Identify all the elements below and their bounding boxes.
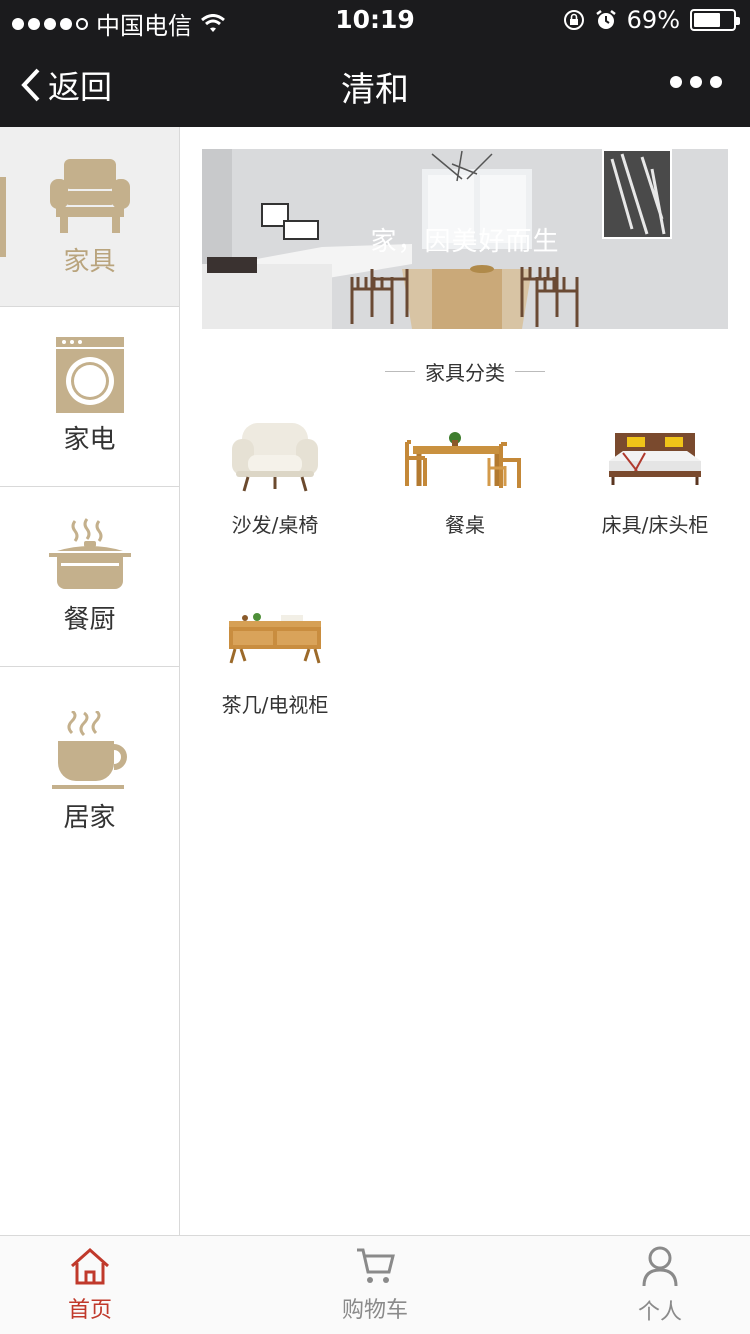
category-tv-cabinet[interactable]: 茶几/电视柜	[180, 587, 370, 718]
section-title: 家具分类	[180, 357, 750, 386]
tab-label: 首页	[67, 1298, 112, 1323]
sidebar-item-kitchen[interactable]: 餐厨	[0, 487, 179, 667]
rotation-lock-icon	[563, 10, 584, 30]
tv-cabinet-image	[229, 613, 321, 664]
more-dot-icon	[690, 76, 702, 88]
more-dot-icon	[710, 76, 722, 88]
user-icon	[642, 1246, 678, 1287]
category-dining-table[interactable]: 餐桌	[370, 407, 560, 538]
tab-cart[interactable]: 购物车	[285, 1246, 465, 1324]
cart-icon	[357, 1248, 395, 1283]
category-label: 沙发/桌椅	[231, 513, 319, 537]
sidebar-item-label: 居家	[63, 802, 116, 833]
cooking-pot-icon	[48, 518, 131, 589]
sidebar-item-label: 家电	[63, 425, 116, 455]
divider-line	[515, 371, 545, 372]
tab-profile[interactable]: 个人	[570, 1246, 750, 1326]
dining-table-image	[405, 432, 521, 488]
sidebar-item-appliances[interactable]: 家电	[0, 307, 179, 487]
nav-bar: 返回 清和	[0, 40, 750, 127]
washing-machine-icon	[55, 337, 124, 413]
bottom-tab-bar: 首页 购物车 个人	[0, 1235, 750, 1334]
more-dot-icon	[670, 76, 682, 88]
category-sidebar: 家具 家电 餐厨 居家	[0, 127, 180, 1235]
more-button[interactable]	[670, 76, 722, 88]
hero-banner[interactable]: 家，因美好而生	[202, 149, 728, 329]
tab-label: 个人	[637, 1300, 682, 1325]
category-bed[interactable]: 床具/床头柜	[560, 407, 750, 538]
sidebar-item-home[interactable]: 居家	[0, 667, 179, 877]
category-label: 床具/床头柜	[601, 513, 709, 537]
status-bar: 中国电信 10:19 69%	[0, 0, 750, 40]
sidebar-item-label: 餐厨	[63, 605, 116, 635]
bed-image	[609, 433, 701, 485]
category-label: 餐桌	[445, 513, 485, 537]
section-title-text: 家具分类	[425, 361, 505, 385]
main-content: 家，因美好而生 家具分类 沙发/桌椅 餐桌 床具/床头柜 茶几/电视柜	[180, 127, 750, 1235]
armchair-icon	[49, 159, 130, 233]
battery-icon	[690, 9, 740, 31]
home-icon	[71, 1247, 109, 1285]
page-title: 清和	[341, 70, 409, 110]
divider-line	[385, 371, 415, 372]
active-indicator	[0, 177, 6, 257]
category-label: 茶几/电视柜	[221, 693, 329, 717]
sofa-image	[232, 423, 318, 492]
sidebar-item-label: 家具	[63, 247, 116, 277]
tab-label: 购物车	[341, 1298, 408, 1323]
category-sofa-chairs[interactable]: 沙发/桌椅	[180, 407, 370, 538]
alarm-icon	[595, 10, 616, 29]
banner-slogan: 家，因美好而生	[370, 227, 560, 257]
sidebar-item-furniture[interactable]: 家具	[0, 127, 179, 307]
status-right: 69%	[563, 6, 740, 34]
battery-percent: 69%	[626, 6, 680, 34]
coffee-cup-icon	[51, 710, 127, 789]
tab-home[interactable]: 首页	[0, 1246, 180, 1324]
